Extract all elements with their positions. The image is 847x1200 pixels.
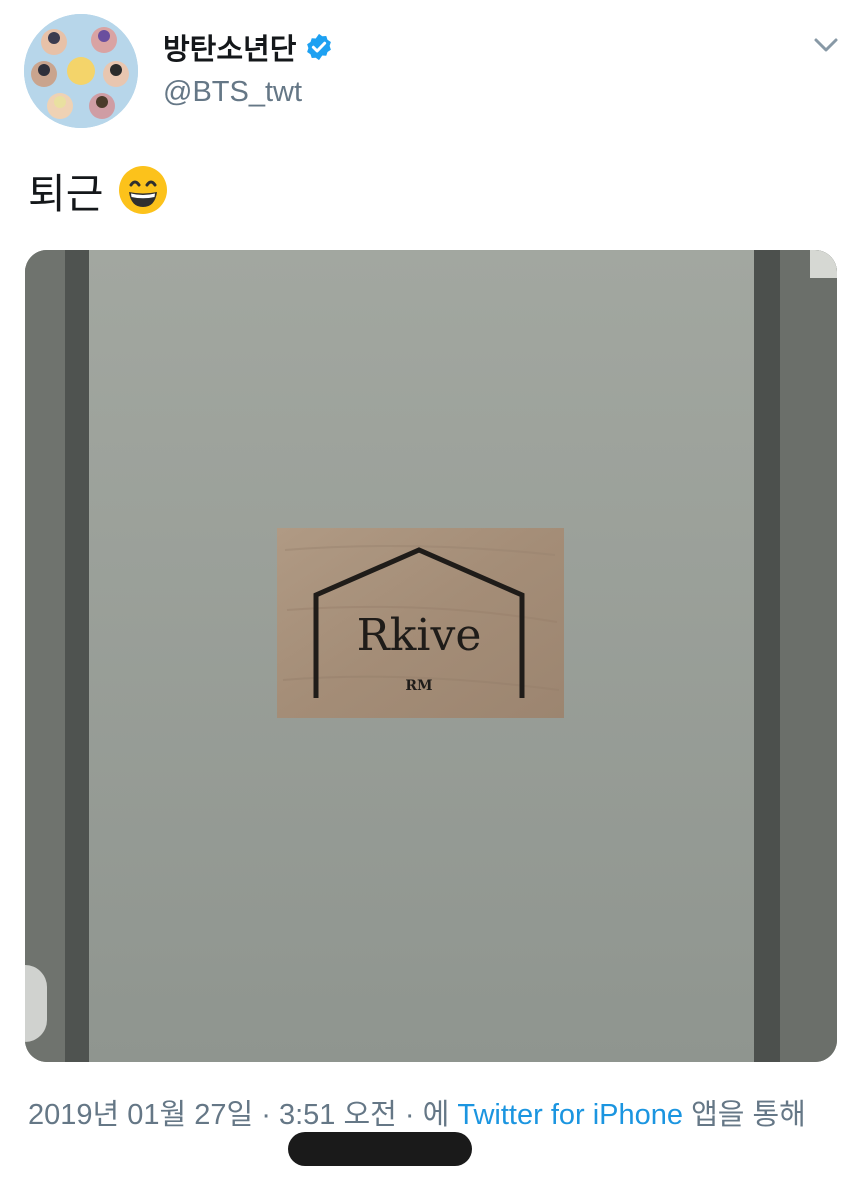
redaction-bar bbox=[288, 1132, 472, 1166]
via-prefix: · 에 bbox=[396, 1099, 458, 1131]
verified-badge-icon bbox=[307, 33, 332, 61]
tweet-text-content: 퇴근 bbox=[28, 171, 104, 217]
avatar-image bbox=[24, 14, 138, 128]
avatar[interactable] bbox=[24, 14, 138, 128]
tweet-text: 퇴근 bbox=[28, 160, 169, 220]
tweet-time: 3:51 오전 bbox=[278, 1099, 397, 1131]
user-handle[interactable]: @BTS_twt bbox=[163, 76, 302, 109]
tweet-meta: 2019년 01월 27일 · 3:51 오전 · 에 Twitter for … bbox=[28, 1093, 833, 1137]
chevron-down-icon[interactable] bbox=[810, 30, 842, 60]
display-name[interactable]: 방탄소년단 bbox=[163, 26, 334, 68]
tweet-date: 2019년 01월 27일 bbox=[28, 1099, 254, 1131]
sign-title-text: Rkive bbox=[357, 610, 482, 661]
grinning-face-with-smiling-eyes-icon bbox=[119, 166, 168, 214]
meta-separator: · bbox=[253, 1099, 279, 1131]
tweet-media-photo[interactable]: Rkive RM bbox=[25, 250, 837, 1062]
source-link[interactable]: Twitter for iPhone bbox=[457, 1099, 683, 1131]
sign-subtitle-text: RM bbox=[405, 678, 432, 694]
door-photo: Rkive RM bbox=[25, 250, 837, 1062]
display-name-text[interactable]: 방탄소년단 bbox=[163, 26, 296, 68]
via-suffix: 앱을 통해 bbox=[683, 1099, 806, 1131]
